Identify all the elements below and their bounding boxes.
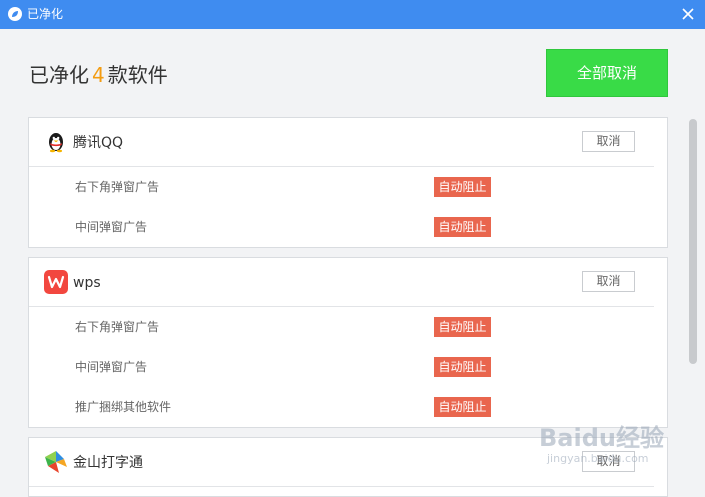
leaf-logo-icon — [8, 7, 22, 21]
rule-item: 右下角弹窗广告 自动阻止 — [29, 167, 667, 207]
cancel-button[interactable]: 取消 — [582, 451, 635, 472]
rule-list: 右下角弹窗广告 自动阻止 中间弹窗广告 自动阻止 推广捆绑其他软件 自动阻止 — [29, 307, 667, 427]
app-name: wps — [73, 275, 101, 291]
status-badge: 自动阻止 — [434, 317, 491, 337]
summary-count: 4 — [92, 63, 105, 87]
app-card-wps: wps 取消 右下角弹窗广告 自动阻止 中间弹窗广告 自动阻止 推广捆绑其他软件… — [28, 257, 668, 428]
rule-label: 推广捆绑其他软件 — [75, 400, 172, 414]
rule-label: 中间弹窗广告 — [75, 220, 148, 234]
app-name: 金山打字通 — [73, 455, 143, 471]
status-badge: 自动阻止 — [434, 217, 491, 237]
rule-item: 中间弹窗广告 自动阻止 — [29, 347, 667, 387]
rule-label: 中间弹窗广告 — [75, 360, 148, 374]
rule-label: 右下角弹窗广告 — [75, 180, 160, 194]
app-card-header: 腾讯QQ 取消 — [29, 118, 654, 167]
app-card-jinshan-typing: 金山打字通 取消 — [28, 437, 668, 497]
app-card-header: 金山打字通 取消 — [29, 438, 654, 487]
title-bar: 已净化 — [0, 0, 705, 29]
purified-summary: 已净化 4 款软件 — [29, 63, 168, 87]
status-badge: 自动阻止 — [434, 397, 491, 417]
jinshan-typing-icon — [45, 451, 67, 473]
app-card-header: wps 取消 — [29, 258, 654, 307]
app-name: 腾讯QQ — [73, 135, 124, 151]
status-badge: 自动阻止 — [434, 177, 491, 197]
app-card-qq: 腾讯QQ 取消 右下角弹窗广告 自动阻止 中间弹窗广告 自动阻止 — [28, 117, 668, 248]
qq-penguin-icon — [49, 133, 63, 153]
wps-icon — [44, 270, 68, 294]
rule-list: 右下角弹窗广告 自动阻止 中间弹窗广告 自动阻止 — [29, 167, 667, 247]
scrollbar-thumb[interactable] — [689, 119, 697, 364]
cancel-all-button[interactable]: 全部取消 — [546, 49, 668, 97]
rule-item: 推广捆绑其他软件 自动阻止 — [29, 387, 667, 427]
rule-label: 右下角弹窗广告 — [75, 320, 160, 334]
window-title: 已净化 — [27, 7, 64, 21]
summary-header: 已净化 4 款软件 全部取消 — [0, 29, 705, 117]
cancel-button[interactable]: 取消 — [582, 271, 635, 292]
status-badge: 自动阻止 — [434, 357, 491, 377]
rule-item: 中间弹窗广告 自动阻止 — [29, 207, 667, 247]
cancel-button[interactable]: 取消 — [582, 131, 635, 152]
rule-item: 右下角弹窗广告 自动阻止 — [29, 307, 667, 347]
summary-prefix: 已净化 — [29, 63, 89, 87]
close-icon[interactable] — [681, 7, 695, 21]
summary-suffix: 款软件 — [107, 63, 168, 87]
